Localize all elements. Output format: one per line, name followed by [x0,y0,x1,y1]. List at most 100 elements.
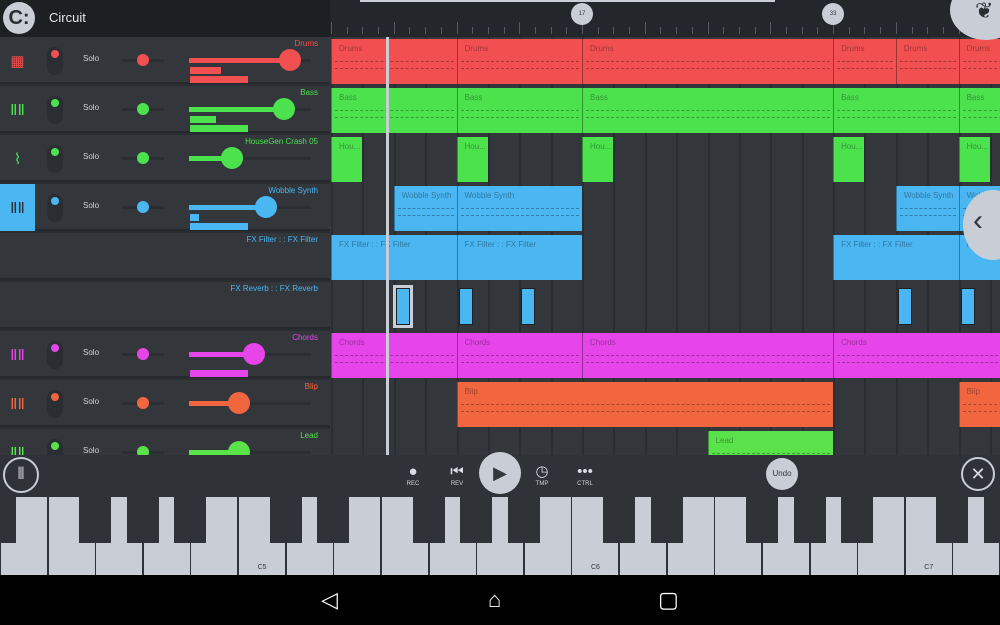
pattern-clip[interactable]: Drums [833,39,896,84]
audio-instrument-icon[interactable]: ⌇ [0,135,35,182]
track-row[interactable]: FX Reverb : : FX Reverb [0,282,330,329]
pan-slider[interactable] [122,201,164,213]
black-key[interactable] [412,497,445,543]
fl-circuit-logo-icon[interactable]: C: [3,2,35,34]
pattern-clip[interactable]: Chords [833,333,1000,378]
home-icon[interactable]: ⌂ [488,587,501,613]
pan-knob[interactable] [137,201,149,213]
pattern-clip[interactable]: Bass [958,88,1000,133]
volume-slider[interactable] [189,196,311,218]
track-lane[interactable] [330,282,1000,331]
track-lane[interactable]: Hou... Hou... Hou... Hou... Hou... [330,135,1000,184]
back-icon[interactable]: ◁ [321,587,338,613]
pattern-clip[interactable]: Wobble Synth [393,186,457,231]
volume-knob[interactable] [242,343,265,365]
pattern-clip[interactable]: Drums [331,39,457,84]
pattern-clip[interactable]: Blip [958,382,1000,427]
pattern-clip[interactable] [521,288,536,325]
track-row[interactable]: ⅡⅡ Solo Bass [0,86,330,133]
mute-toggle[interactable] [47,145,63,173]
pan-knob[interactable] [137,397,149,409]
pan-knob[interactable] [137,152,149,164]
volume-slider[interactable] [189,441,311,463]
pattern-clip[interactable]: Hou... [331,137,363,182]
black-key[interactable] [317,497,350,543]
volume-knob[interactable] [273,98,296,120]
black-key[interactable] [841,497,874,543]
black-key[interactable] [174,497,207,543]
drums-instrument-icon[interactable]: ▦ [0,37,35,84]
pattern-clip[interactable]: FX Filter : : FX Filter [331,235,457,280]
pattern-clip[interactable]: Wobble Synth [895,186,959,231]
undo-button[interactable]: Undo [766,458,798,490]
solo-button[interactable]: Solo [83,152,99,161]
black-key[interactable] [0,497,16,543]
pan-slider[interactable] [122,103,164,115]
pattern-clip[interactable]: Bass [456,88,583,133]
keys-instrument-icon[interactable]: ⅡⅡ [0,331,35,378]
pattern-clip[interactable] [458,288,473,325]
piano-keyboard[interactable]: C5 C6 C7 [0,497,1000,575]
volume-knob[interactable] [220,147,243,169]
control-button[interactable]: ••• CTRL [572,463,598,487]
keys-instrument-icon[interactable]: ⅡⅡ [0,184,35,231]
mute-toggle[interactable] [47,47,63,75]
track-lane[interactable]: Lead [330,429,1000,455]
track-row[interactable]: ⌇ Solo HouseGen Crash 05 [0,135,330,182]
mute-toggle[interactable] [47,341,63,369]
solo-button[interactable]: Solo [83,348,99,357]
volume-slider[interactable] [189,392,311,414]
pattern-clip[interactable]: Blip [456,382,834,427]
solo-button[interactable]: Solo [83,446,99,455]
track-row[interactable]: ⅡⅡ Solo Blip [0,380,330,427]
solo-button[interactable]: Solo [83,201,99,210]
solo-button[interactable]: Solo [83,54,99,63]
pattern-clip[interactable]: Bass [833,88,959,133]
track-lane[interactable]: Wobble SynthWobble SynthWobble SynthWobb… [330,184,1000,233]
pattern-clip[interactable]: Hou... [833,137,865,182]
volume-slider[interactable] [189,49,311,71]
playlist-timeline[interactable]: 17 33 Drums Drums Drums Drums Drums Drums Bass B… [330,0,1000,455]
track-row[interactable]: ▦ Solo Drums [0,37,330,84]
pattern-clip[interactable] [897,288,912,325]
volume-knob[interactable] [228,392,251,414]
black-key[interactable] [745,497,778,543]
black-key[interactable] [603,497,636,543]
record-button[interactable]: ● REC [402,463,424,487]
black-key[interactable] [126,497,159,543]
timeline-scrollbar[interactable] [360,0,775,2]
mixer-icon[interactable]: ⫴ [3,457,39,493]
volume-slider[interactable] [189,343,311,365]
pattern-clip[interactable]: FX Filter : : FX Filter [456,235,583,280]
pan-slider[interactable] [122,54,164,66]
pattern-clip[interactable]: Chords [582,333,834,378]
bar-marker[interactable]: 33 [822,3,845,25]
recents-icon[interactable]: ▢ [658,587,679,613]
pattern-clip[interactable]: Hou... [456,137,488,182]
pattern-clip[interactable] [392,285,413,328]
pattern-clip[interactable]: Hou... [958,137,990,182]
solo-button[interactable]: Solo [83,103,99,112]
pattern-clip[interactable]: Hou... [582,137,614,182]
black-key[interactable] [79,497,112,543]
mute-toggle[interactable] [47,194,63,222]
track-lane[interactable]: FX Filter : : FX Filter FX Filter : : FX … [330,233,1000,282]
close-icon[interactable]: ✕ [961,457,995,491]
volume-slider[interactable] [189,147,311,169]
pattern-clip[interactable]: Drums [582,39,834,84]
black-key[interactable] [650,497,683,543]
track-lane[interactable]: Chords Chords Chords Chords [330,331,1000,380]
track-row[interactable]: ⅡⅡ Solo Wobble Synth [0,184,330,231]
pattern-clip[interactable]: Bass [582,88,834,133]
black-key[interactable] [984,497,1000,543]
black-key[interactable] [269,497,302,543]
pattern-clip[interactable]: Drums [895,39,959,84]
keys-instrument-icon[interactable]: ⅡⅡ [0,86,35,133]
keys-instrument-icon[interactable]: ⅡⅡ [0,380,35,427]
black-key[interactable] [460,497,493,543]
volume-slider[interactable] [189,98,311,120]
bar-marker[interactable]: 17 [571,3,594,25]
black-key[interactable] [793,497,826,543]
pattern-clip[interactable]: Drums [456,39,583,84]
play-button[interactable]: ▶ [479,452,521,494]
